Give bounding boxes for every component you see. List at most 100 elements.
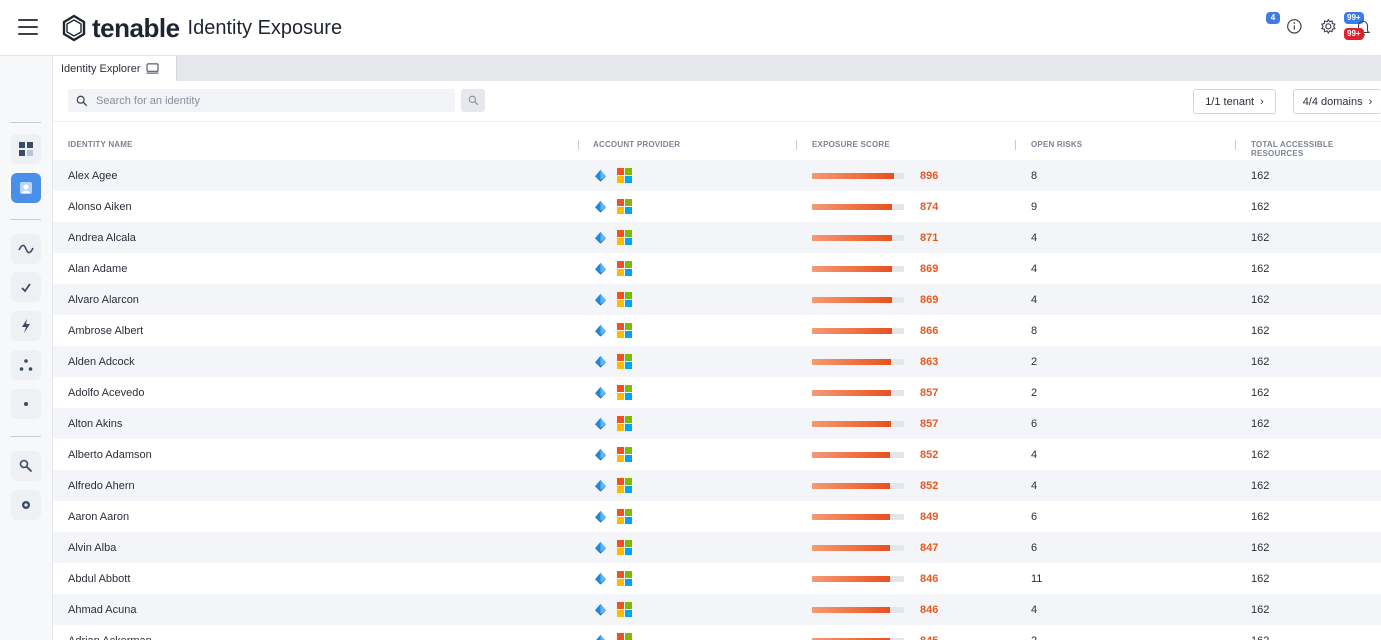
score-bar-fill xyxy=(812,265,892,272)
sidebar-item-identity-explorer[interactable] xyxy=(11,173,41,203)
identity-name[interactable]: Alonso Aiken xyxy=(68,191,132,222)
tenant-filter-button[interactable]: 1/1 tenant › xyxy=(1193,89,1276,114)
account-provider-cell xyxy=(594,408,632,439)
score-bar-fill xyxy=(812,203,893,210)
identity-name[interactable]: Aaron Aaron xyxy=(68,501,129,532)
exposure-score-value: 852 xyxy=(920,448,939,461)
accessible-resources-value: 162 xyxy=(1251,448,1270,461)
sidebar-item-topology[interactable] xyxy=(11,350,41,380)
sidebar-item-trend[interactable] xyxy=(11,234,41,264)
identity-name[interactable]: Alton Akins xyxy=(68,408,122,439)
identity-icon xyxy=(20,182,32,194)
key-search-icon xyxy=(19,459,33,473)
identity-name[interactable]: Alvaro Alarcon xyxy=(68,284,139,315)
table-row[interactable]: Alan Adame 869 4 162 xyxy=(53,253,1381,284)
score-bar-track xyxy=(812,327,904,334)
column-header-total-accessible-resources[interactable]: TOTAL ACCESSIBLE RESOURCES xyxy=(1251,140,1381,158)
settings-button[interactable]: 99+ xyxy=(1320,12,1364,38)
microsoft-ad-icon xyxy=(617,261,632,276)
search-input[interactable] xyxy=(96,94,436,107)
accessible-resources-value: 162 xyxy=(1251,324,1270,337)
chevron-right-icon: › xyxy=(1260,95,1264,108)
identity-table: IDENTITY NAME ACCOUNT PROVIDER EXPOSURE … xyxy=(53,130,1381,640)
table-row[interactable]: Ahmad Acuna 846 4 162 xyxy=(53,594,1381,625)
table-row[interactable]: Alfredo Ahern 852 4 162 xyxy=(53,470,1381,501)
identity-name[interactable]: Andrea Alcala xyxy=(68,222,136,253)
sidebar-item-dashboard[interactable] xyxy=(11,134,41,164)
open-risks-value: 4 xyxy=(1031,479,1038,492)
table-row[interactable]: Andrea Alcala 871 4 162 xyxy=(53,222,1381,253)
notifications-button[interactable]: 99+ xyxy=(1344,14,1376,40)
open-risks-value: 11 xyxy=(1031,572,1043,585)
entra-id-icon xyxy=(594,417,607,430)
identity-name[interactable]: Alan Adame xyxy=(68,253,127,284)
table-row[interactable]: Alonso Aiken 874 9 162 xyxy=(53,191,1381,222)
logo[interactable]: tenable Identity Exposure xyxy=(60,13,342,43)
identity-name[interactable]: Ahmad Acuna xyxy=(68,594,137,625)
open-risks-value: 8 xyxy=(1031,169,1038,182)
entra-id-icon xyxy=(594,355,607,368)
table-row[interactable]: Alton Akins 857 6 162 xyxy=(53,408,1381,439)
info-button[interactable]: 4 xyxy=(1266,12,1308,38)
open-risks-value: 6 xyxy=(1031,541,1038,554)
exposure-score-value: 871 xyxy=(920,231,939,244)
column-header-account-provider[interactable]: ACCOUNT PROVIDER xyxy=(593,140,680,149)
table-row[interactable]: Alex Agee 896 8 162 xyxy=(53,160,1381,191)
identity-name[interactable]: Adolfo Acevedo xyxy=(68,377,144,408)
entra-id-icon xyxy=(594,293,607,306)
table-row[interactable]: Alvaro Alarcon 869 4 162 xyxy=(53,284,1381,315)
chevron-right-icon: › xyxy=(1368,95,1373,108)
score-bar-track xyxy=(812,234,904,241)
score-bar-track xyxy=(812,451,904,458)
account-provider-cell xyxy=(594,222,632,253)
table-row[interactable]: Ambrose Albert 866 8 162 xyxy=(53,315,1381,346)
accessible-resources-value: 162 xyxy=(1251,625,1269,640)
score-bar-fill xyxy=(812,389,891,396)
accessible-resources-value: 162 xyxy=(1251,293,1270,306)
identity-name[interactable]: Alden Adcock xyxy=(68,346,135,377)
exposure-score-bar xyxy=(812,532,904,563)
search-icon xyxy=(76,95,88,106)
identity-name[interactable]: Alex Agee xyxy=(68,160,118,191)
sidebar-item-search[interactable] xyxy=(11,451,41,481)
column-separator xyxy=(1015,140,1016,150)
search-button[interactable] xyxy=(461,89,485,112)
score-bar-track xyxy=(812,296,904,303)
column-header-open-risks[interactable]: OPEN RISKS xyxy=(1031,140,1082,149)
sidebar-item-attack-path[interactable] xyxy=(11,389,41,419)
sidebar-item-attacks[interactable] xyxy=(11,311,41,341)
entra-id-icon xyxy=(594,324,607,337)
exposure-score-bar xyxy=(812,594,904,625)
tab-label: Identity Explorer xyxy=(61,62,141,75)
identity-name[interactable]: Adrian Ackerman xyxy=(68,625,152,640)
domains-filter-button[interactable]: 4/4 domains › xyxy=(1293,89,1381,114)
column-header-identity-name[interactable]: IDENTITY NAME xyxy=(68,140,133,149)
exposure-score-bar xyxy=(812,625,904,640)
identity-name[interactable]: Alvin Alba xyxy=(68,532,116,563)
hamburger-menu-icon[interactable] xyxy=(18,19,38,35)
sidebar-item-indicators[interactable] xyxy=(11,272,41,302)
table-row[interactable]: Adrian Ackerman 845 2 162 xyxy=(53,625,1381,640)
accessible-resources-value: 162 xyxy=(1251,510,1270,523)
column-header-exposure-score[interactable]: EXPOSURE SCORE xyxy=(812,140,890,149)
search-icon xyxy=(468,95,478,106)
table-row[interactable]: Alvin Alba 847 6 162 xyxy=(53,532,1381,563)
brand-name: tenable xyxy=(92,12,180,43)
score-bar-track xyxy=(812,575,904,582)
table-row[interactable]: Alden Adcock 863 2 162 xyxy=(53,346,1381,377)
table-row[interactable]: Alberto Adamson 852 4 162 xyxy=(53,439,1381,470)
identity-name[interactable]: Ambrose Albert xyxy=(68,315,143,346)
table-row[interactable]: Aaron Aaron 849 6 162 xyxy=(53,501,1381,532)
identity-name[interactable]: Alberto Adamson xyxy=(68,439,152,470)
notifications-badge: 99+ xyxy=(1344,28,1364,40)
account-provider-cell xyxy=(594,501,632,532)
entra-id-icon xyxy=(594,510,607,523)
table-row[interactable]: Abdul Abbott 846 11 162 xyxy=(53,563,1381,594)
entra-id-icon xyxy=(594,479,607,492)
table-row[interactable]: Adolfo Acevedo 857 2 162 xyxy=(53,377,1381,408)
identity-name[interactable]: Abdul Abbott xyxy=(68,563,130,594)
sidebar-item-settings[interactable] xyxy=(11,490,41,520)
tab-identity-explorer[interactable]: Identity Explorer xyxy=(53,56,177,81)
entra-id-icon xyxy=(594,200,607,213)
identity-name[interactable]: Alfredo Ahern xyxy=(68,470,135,501)
